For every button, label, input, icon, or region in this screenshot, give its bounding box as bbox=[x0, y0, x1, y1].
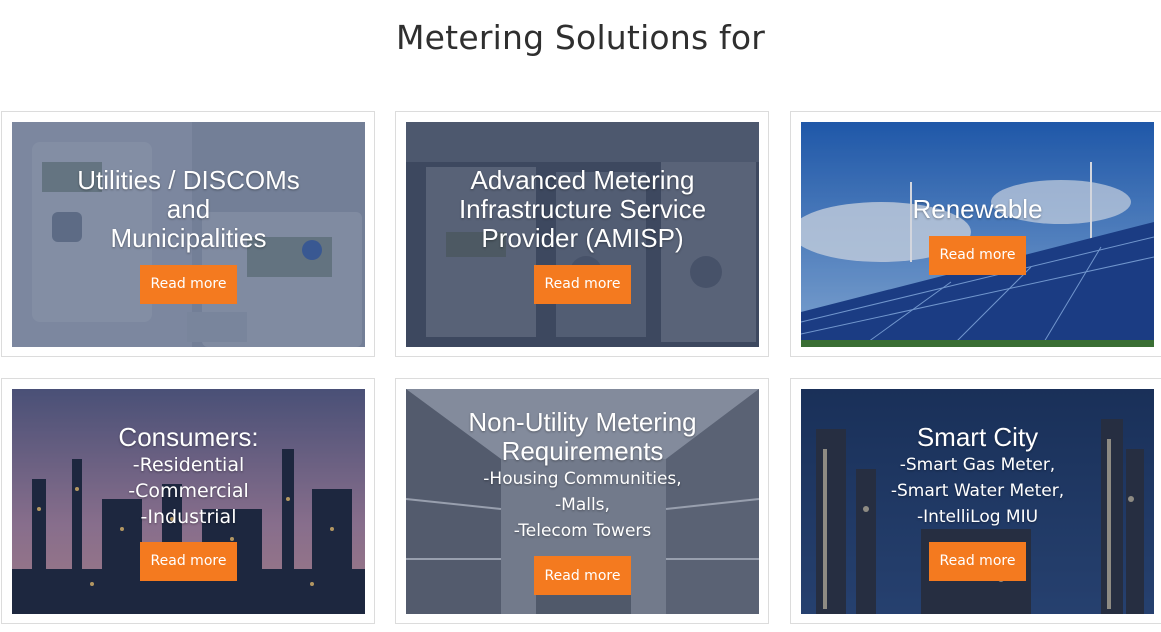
card-subtitle: -Housing Communities, -Malls, -Telecom T… bbox=[483, 466, 681, 544]
card-image-mall: Non-Utility Metering Requirements -Housi… bbox=[406, 389, 759, 614]
card-overlay: Consumers: -Residential -Commercial -Ind… bbox=[12, 389, 365, 614]
card-subtitle-line: -Smart Water Meter, bbox=[890, 480, 1065, 501]
solution-card-non-utility[interactable]: Non-Utility Metering Requirements -Housi… bbox=[395, 378, 769, 624]
solution-card-utilities[interactable]: Utilities / DISCOMs and Municipalities R… bbox=[1, 111, 375, 357]
card-title: Smart City bbox=[916, 421, 1039, 452]
read-more-button[interactable]: Read more bbox=[928, 235, 1027, 275]
card-title-line: Advanced Metering bbox=[470, 164, 695, 195]
card-overlay: Utilities / DISCOMs and Municipalities R… bbox=[12, 122, 365, 347]
solution-card-consumers[interactable]: Consumers: -Residential -Commercial -Ind… bbox=[1, 378, 375, 624]
solution-card-renewable[interactable]: Renewable Read more bbox=[790, 111, 1161, 357]
section-title: Metering Solutions for bbox=[396, 18, 765, 57]
card-subtitle-line: -Industrial bbox=[140, 505, 237, 528]
card-title-line: Infrastructure Service bbox=[458, 193, 707, 224]
solution-card-amisp[interactable]: Advanced Metering Infrastructure Service… bbox=[395, 111, 769, 357]
solution-card-smart-city[interactable]: Smart City -Smart Gas Meter, -Smart Wate… bbox=[790, 378, 1161, 624]
card-title-line: Provider (AMISP) bbox=[481, 222, 684, 253]
card-image-refinery: Consumers: -Residential -Commercial -Ind… bbox=[12, 389, 365, 614]
card-subtitle-line: -Housing Communities, bbox=[483, 469, 682, 489]
card-subtitle-line: -Commercial bbox=[128, 479, 249, 502]
card-title-line: and bbox=[166, 193, 211, 224]
card-title: Utilities / DISCOMs and Municipalities bbox=[77, 164, 300, 253]
card-overlay: Advanced Metering Infrastructure Service… bbox=[406, 122, 759, 347]
card-title-line: Municipalities bbox=[110, 222, 267, 253]
card-subtitle-line: -Smart Gas Meter, bbox=[899, 454, 1056, 475]
card-subtitle-line: -IntelliLog MIU bbox=[916, 506, 1039, 527]
card-title: Non-Utility Metering Requirements bbox=[468, 408, 696, 466]
card-title-line: Smart City bbox=[916, 421, 1039, 452]
card-title-line: Consumers: bbox=[118, 421, 259, 452]
card-subtitle: -Smart Gas Meter, -Smart Water Meter, -I… bbox=[891, 452, 1064, 530]
read-more-button[interactable]: Read more bbox=[533, 556, 632, 595]
card-title-line: Non-Utility Metering bbox=[468, 407, 697, 437]
card-subtitle-line: -Telecom Towers bbox=[513, 521, 652, 541]
card-title: Advanced Metering Infrastructure Service… bbox=[458, 164, 707, 253]
card-title: Consumers: bbox=[118, 421, 259, 452]
card-subtitle: -Residential -Commercial -Industrial bbox=[128, 452, 249, 530]
card-overlay: Renewable Read more bbox=[801, 122, 1154, 347]
card-image-meter: Utilities / DISCOMs and Municipalities R… bbox=[12, 122, 365, 347]
card-image-meter-panel: Advanced Metering Infrastructure Service… bbox=[406, 122, 759, 347]
card-image-industrial: Smart City -Smart Gas Meter, -Smart Wate… bbox=[801, 389, 1154, 614]
read-more-button[interactable]: Read more bbox=[533, 264, 632, 304]
card-overlay: Smart City -Smart Gas Meter, -Smart Wate… bbox=[801, 389, 1154, 614]
read-more-button[interactable]: Read more bbox=[139, 264, 238, 304]
card-image-solar: Renewable Read more bbox=[801, 122, 1154, 347]
card-title: Renewable bbox=[912, 193, 1043, 224]
card-subtitle-line: -Malls, bbox=[555, 495, 610, 515]
card-title-line: Utilities / DISCOMs bbox=[77, 164, 300, 195]
card-title-line: Renewable bbox=[912, 193, 1043, 224]
card-subtitle-line: -Residential bbox=[132, 453, 245, 476]
read-more-button[interactable]: Read more bbox=[928, 541, 1027, 581]
card-title-line: Requirements bbox=[501, 436, 664, 466]
card-overlay: Non-Utility Metering Requirements -Housi… bbox=[406, 389, 759, 614]
read-more-button[interactable]: Read more bbox=[139, 541, 238, 581]
